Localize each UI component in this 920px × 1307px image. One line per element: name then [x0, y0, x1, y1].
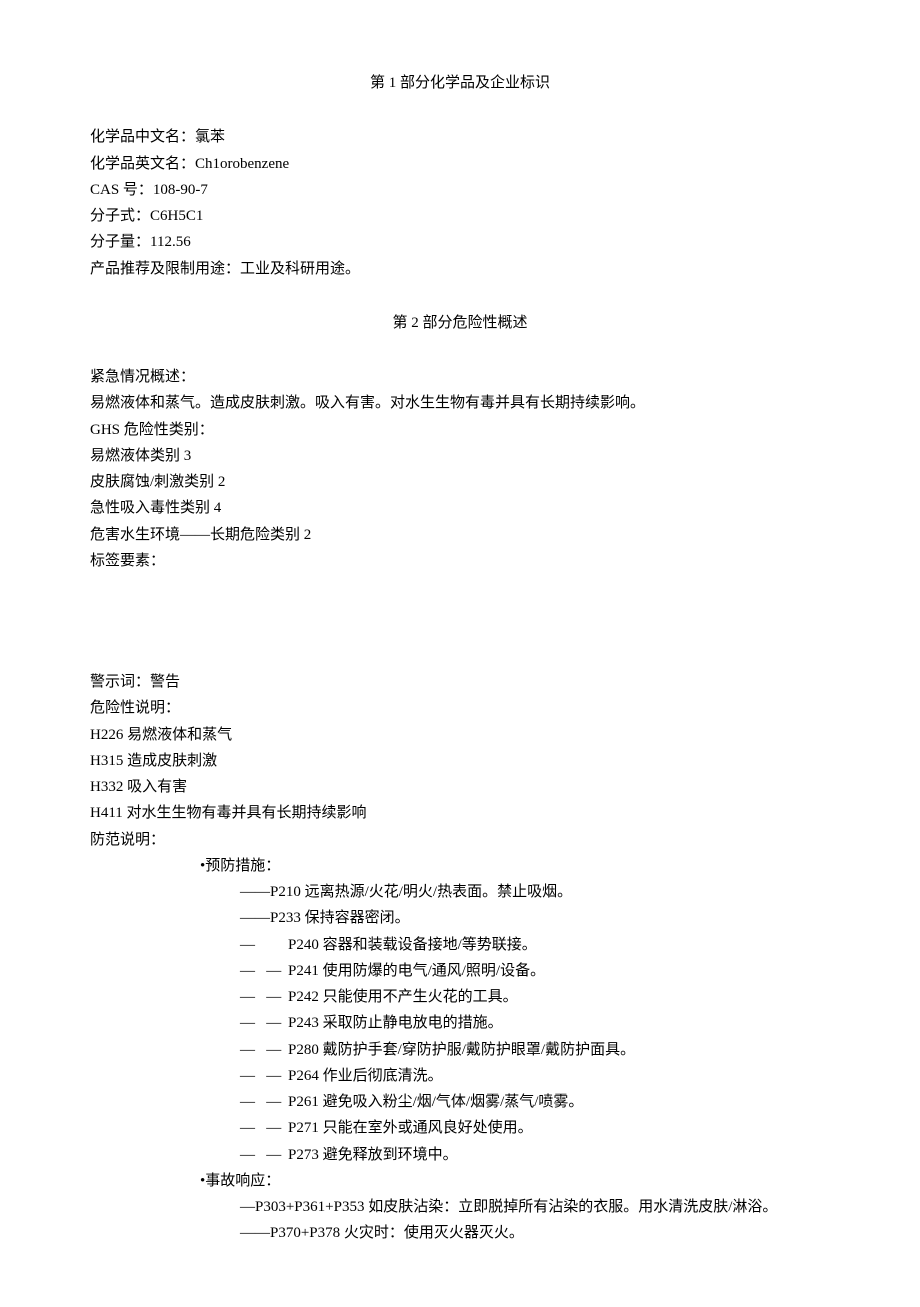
precautionary-label: 防范说明：: [90, 827, 830, 853]
response-label: •事故响应：: [90, 1168, 830, 1194]
response-item: ——P370+P378 火灾时：使用灭火器灭火。: [90, 1220, 830, 1246]
prevention-text: P271 只能在室外或通风良好处使用。: [288, 1120, 533, 1136]
ghs-category-item: 危害水生环境——长期危险类别 2: [90, 522, 830, 548]
label-elements-label: 标签要素：: [90, 548, 830, 574]
signal-word: 警示词：警告: [90, 669, 830, 695]
field-chinese-name: 化学品中文名：氯苯: [90, 124, 830, 150]
ghs-category-item: 急性吸入毒性类别 4: [90, 495, 830, 521]
prevention-item: ——P210 远离热源/火花/明火/热表面。禁止吸烟。: [90, 879, 830, 905]
hazard-statement-item: H411 对水生生物有毒并具有长期持续影响: [90, 800, 830, 826]
pictogram-placeholder: [90, 574, 830, 669]
prevention-text: P241 使用防爆的电气/通风/照明/设备。: [288, 963, 545, 979]
prevention-item: —P240 容器和装载设备接地/等势联接。: [90, 932, 830, 958]
prevention-label: •预防措施：: [90, 853, 830, 879]
prevention-item: — —P271 只能在室外或通风良好处使用。: [90, 1115, 830, 1141]
dash-prefix: — —: [240, 1010, 288, 1036]
response-item: —P303+P361+P353 如皮肤沾染：立即脱掉所有沾染的衣服。用水清洗皮肤…: [90, 1194, 830, 1220]
section2-title: 第 2 部分危险性概述: [90, 310, 830, 336]
prevention-item: — —P241 使用防爆的电气/通风/照明/设备。: [90, 958, 830, 984]
field-molecular-weight: 分子量：112.56: [90, 229, 830, 255]
prevention-text: P242 只能使用不产生火花的工具。: [288, 989, 518, 1005]
hazard-statement-item: H226 易燃液体和蒸气: [90, 722, 830, 748]
prevention-item: — —P242 只能使用不产生火花的工具。: [90, 984, 830, 1010]
section1-title: 第 1 部分化学品及企业标识: [90, 70, 830, 96]
dash-prefix: — —: [240, 1063, 288, 1089]
dash-prefix: — —: [240, 1037, 288, 1063]
field-cas-number: CAS 号：108-90-7: [90, 177, 830, 203]
prevention-text: P273 避免释放到环境中。: [288, 1147, 458, 1163]
ghs-classification-label: GHS 危险性类别：: [90, 417, 830, 443]
ghs-category-item: 皮肤腐蚀/刺激类别 2: [90, 469, 830, 495]
hazard-statement-item: H332 吸入有害: [90, 774, 830, 800]
dash-prefix: — —: [240, 1089, 288, 1115]
field-molecular-formula: 分子式：C6H5C1: [90, 203, 830, 229]
dash-prefix: ——: [240, 910, 270, 926]
dash-prefix: ——: [240, 884, 270, 900]
dash-prefix: — —: [240, 958, 288, 984]
prevention-item: — —P261 避免吸入粉尘/烟/气体/烟雾/蒸气/喷雾。: [90, 1089, 830, 1115]
prevention-item: — —P273 避免释放到环境中。: [90, 1142, 830, 1168]
prevention-text: P261 避免吸入粉尘/烟/气体/烟雾/蒸气/喷雾。: [288, 1094, 583, 1110]
prevention-text: P210 远离热源/火花/明火/热表面。禁止吸烟。: [270, 884, 572, 900]
prevention-text: P233 保持容器密闭。: [270, 910, 410, 926]
dash-prefix: — —: [240, 1142, 288, 1168]
dash-prefix: ——: [240, 1225, 270, 1241]
dash-prefix: — —: [240, 1115, 288, 1141]
hazard-statement-item: H315 造成皮肤刺激: [90, 748, 830, 774]
prevention-item: — —P243 采取防止静电放电的措施。: [90, 1010, 830, 1036]
dash-prefix: —: [240, 1199, 255, 1215]
emergency-overview-label: 紧急情况概述：: [90, 364, 830, 390]
prevention-text: P243 采取防止静电放电的措施。: [288, 1015, 503, 1031]
response-text: P370+P378 火灾时：使用灭火器灭火。: [270, 1225, 524, 1241]
prevention-item: — —P264 作业后彻底清洗。: [90, 1063, 830, 1089]
dash-prefix: — —: [240, 984, 288, 1010]
prevention-item: ——P233 保持容器密闭。: [90, 905, 830, 931]
response-text: P303+P361+P353 如皮肤沾染：立即脱掉所有沾染的衣服。用水清洗皮肤/…: [255, 1199, 777, 1215]
dash-prefix: —: [240, 932, 288, 958]
sds-page: 第 1 部分化学品及企业标识 化学品中文名：氯苯 化学品英文名：Ch1orobe…: [0, 0, 920, 1307]
hazard-statements-label: 危险性说明：: [90, 695, 830, 721]
field-recommended-use: 产品推荐及限制用途：工业及科研用途。: [90, 256, 830, 282]
prevention-text: P264 作业后彻底清洗。: [288, 1068, 443, 1084]
prevention-text: P240 容器和装载设备接地/等势联接。: [288, 937, 537, 953]
ghs-category-item: 易燃液体类别 3: [90, 443, 830, 469]
emergency-overview-text: 易燃液体和蒸气。造成皮肤刺激。吸入有害。对水生生物有毒并具有长期持续影响。: [90, 390, 830, 416]
prevention-text: P280 戴防护手套/穿防护服/戴防护眼罩/戴防护面具。: [288, 1042, 635, 1058]
prevention-item: — —P280 戴防护手套/穿防护服/戴防护眼罩/戴防护面具。: [90, 1037, 830, 1063]
field-english-name: 化学品英文名：Ch1orobenzene: [90, 151, 830, 177]
